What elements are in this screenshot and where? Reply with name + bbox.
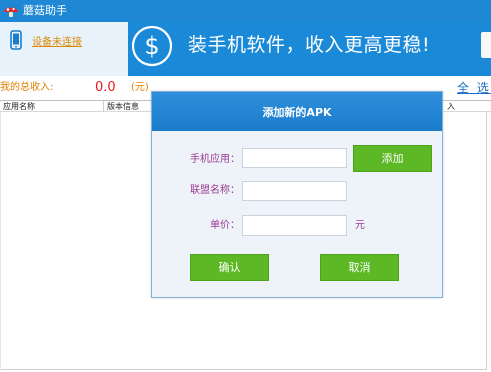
dialog-title: 添加新的APK [262,106,332,119]
confirm-button[interactable]: 确认 [190,254,269,281]
column-divider[interactable] [103,101,104,112]
alliance-field-label: 联盟名称： [190,185,240,196]
banner-side-tab[interactable] [481,32,491,58]
banner-slogan: 装手机软件，收入更高更稳! [188,34,431,56]
column-header-income[interactable]: 入 [447,101,455,112]
select-all-link[interactable]: 全 选 [457,81,491,95]
title-bar: 蘑菇助手 [0,0,491,22]
app-field-label: 手机应用： [190,154,240,165]
column-header-version[interactable]: 版本信息 [107,101,139,112]
device-status-link[interactable]: 设备未连接 [32,37,82,49]
app-title: 蘑菇助手 [23,4,67,17]
svg-text:$: $ [144,32,159,60]
phone-icon [10,30,22,50]
income-label: 我的总收入: [0,82,54,93]
income-unit: (元) [131,82,149,93]
dollar-coin-icon: $ [131,25,173,67]
price-field-label: 单价： [210,220,240,231]
column-header-app-name[interactable]: 应用名称 [3,101,35,112]
price-input[interactable] [242,215,347,236]
income-value: 0.0 [95,80,116,95]
app-input[interactable] [242,148,347,168]
dialog-header: 添加新的APK [152,92,442,131]
add-apk-dialog: 添加新的APK 手机应用： 添加 联盟名称： 单价： 元 确认 取消 [151,91,443,298]
alliance-name-input[interactable] [242,181,347,201]
cancel-button[interactable]: 取消 [320,254,399,281]
price-unit: 元 [355,220,365,231]
add-button[interactable]: 添加 [353,145,432,172]
mushroom-logo-icon [4,7,18,17]
